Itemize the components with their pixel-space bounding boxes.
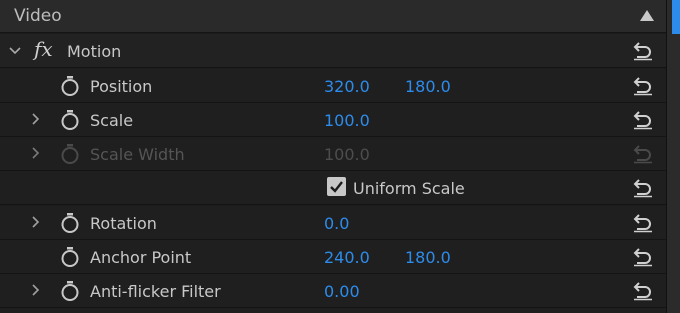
position-y-value[interactable]: 180.0 xyxy=(405,77,451,96)
stopwatch-icon[interactable] xyxy=(60,109,80,131)
next-row-edge xyxy=(0,308,666,313)
anti-flicker-filter-value[interactable]: 0.00 xyxy=(324,282,360,301)
stopwatch-icon[interactable] xyxy=(60,75,80,97)
adjacent-panel-tab[interactable] xyxy=(672,0,680,34)
stopwatch-icon[interactable] xyxy=(60,212,80,234)
panel-scrollbar[interactable] xyxy=(666,0,680,313)
chevron-down-icon[interactable] xyxy=(8,44,22,58)
property-row-scale: Scale 100.0 xyxy=(0,103,666,137)
chevron-right-icon xyxy=(32,147,40,159)
property-label: Scale Width xyxy=(90,145,185,164)
motion-effect-label: Motion xyxy=(67,42,122,61)
reset-icon[interactable] xyxy=(632,74,654,96)
stopwatch-icon[interactable] xyxy=(60,246,80,268)
rotation-value[interactable]: 0.0 xyxy=(324,214,349,233)
checkmark-icon xyxy=(330,181,343,193)
anchor-point-y-value[interactable]: 180.0 xyxy=(405,248,451,267)
chevron-right-icon[interactable] xyxy=(30,112,42,126)
property-row-position: Position 320.0 180.0 xyxy=(0,69,666,103)
position-x-value[interactable]: 320.0 xyxy=(324,77,370,96)
video-section-header[interactable]: Video xyxy=(0,0,666,33)
reset-icon[interactable] xyxy=(632,245,654,267)
scale-width-value: 100.0 xyxy=(324,145,370,164)
property-row-uniform-scale: Uniform Scale xyxy=(0,171,666,205)
scale-value[interactable]: 100.0 xyxy=(324,111,370,130)
property-row-anti-flicker-filter: Anti-flicker Filter 0.00 xyxy=(0,274,666,308)
uniform-scale-label[interactable]: Uniform Scale xyxy=(353,179,465,198)
effect-controls-panel: Video fx Motion Position 320.0 180.0 Sca… xyxy=(0,0,666,313)
collapse-section-icon[interactable] xyxy=(640,10,654,21)
property-label: Rotation xyxy=(90,214,157,233)
property-row-rotation: Rotation 0.0 xyxy=(0,206,666,240)
reset-icon xyxy=(633,145,652,164)
property-label: Anchor Point xyxy=(90,248,192,267)
stopwatch-icon[interactable] xyxy=(60,280,80,302)
anchor-point-x-value[interactable]: 240.0 xyxy=(324,248,370,267)
video-section-title: Video xyxy=(14,6,62,26)
reset-icon[interactable] xyxy=(632,39,654,61)
property-label: Position xyxy=(90,77,153,96)
property-label: Scale xyxy=(90,111,134,130)
stopwatch-icon xyxy=(61,144,79,164)
reset-icon[interactable] xyxy=(632,176,654,198)
motion-effect-row[interactable]: fx Motion xyxy=(0,34,666,68)
chevron-right-icon[interactable] xyxy=(30,283,42,297)
property-label: Anti-flicker Filter xyxy=(90,282,221,301)
chevron-right-icon[interactable] xyxy=(30,215,42,229)
fx-toggle-icon[interactable]: fx xyxy=(34,37,53,61)
reset-icon[interactable] xyxy=(632,279,654,301)
reset-icon[interactable] xyxy=(632,211,654,233)
property-row-scale-width: Scale Width 100.0 xyxy=(0,137,666,171)
uniform-scale-checkbox[interactable] xyxy=(327,177,346,196)
property-row-anchor-point: Anchor Point 240.0 180.0 xyxy=(0,240,666,274)
reset-icon[interactable] xyxy=(632,108,654,130)
